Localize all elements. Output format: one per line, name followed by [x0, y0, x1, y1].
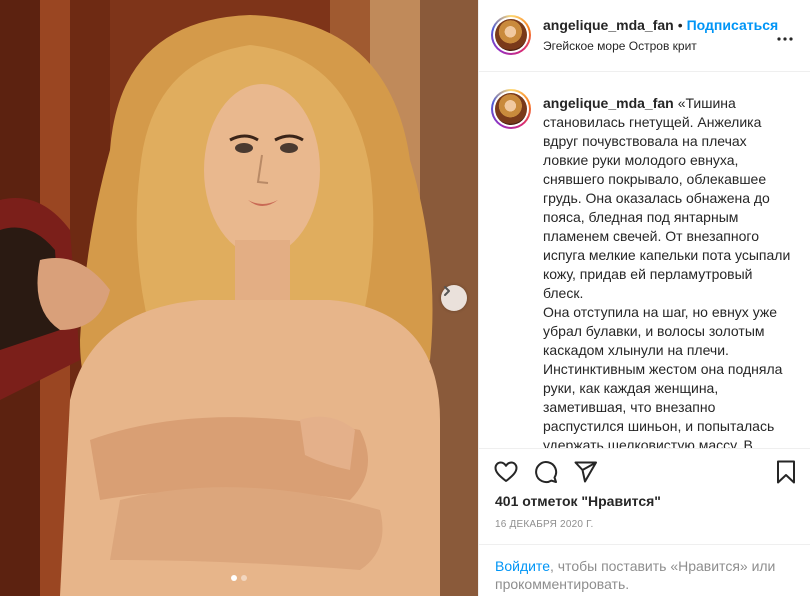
carousel-indicator — [0, 575, 478, 581]
post-photo[interactable] — [0, 0, 478, 596]
author-avatar[interactable] — [491, 15, 531, 55]
more-horizontal-icon — [777, 37, 793, 41]
caption-section: angelique_mda_fan «Тишина становилась гне… — [479, 72, 810, 448]
caption-body: «Тишина становилась гнетущей. Анжелика в… — [543, 95, 791, 448]
likes-count[interactable]: 401 отметок "Нравится" — [495, 493, 661, 509]
share-button[interactable] — [573, 459, 599, 485]
carousel-dot-active — [231, 575, 237, 581]
comment-button[interactable] — [533, 459, 559, 485]
paper-plane-icon — [574, 461, 597, 483]
caption-text: angelique_mda_fan «Тишина становилась гне… — [543, 94, 795, 448]
like-button[interactable] — [493, 459, 519, 485]
chevron-right-icon — [444, 286, 450, 296]
bookmark-icon — [777, 460, 795, 484]
post-date[interactable]: 16 ДЕКАБРЯ 2020 Г. — [495, 519, 593, 530]
comment-icon — [535, 461, 558, 484]
separator-dot: • — [677, 17, 683, 33]
next-photo-button[interactable] — [441, 285, 467, 311]
login-link[interactable]: Войдите — [495, 558, 550, 574]
carousel-dot — [241, 575, 247, 581]
post-side-panel: angelique_mda_fan • Подписаться Эгейское… — [478, 0, 810, 596]
post-header: angelique_mda_fan • Подписаться Эгейское… — [479, 0, 810, 72]
author-username-link[interactable]: angelique_mda_fan — [543, 17, 674, 33]
login-prompt: Войдите, чтобы поставить «Нравится» или … — [479, 544, 810, 596]
caption-author-avatar[interactable] — [491, 89, 531, 129]
location-link[interactable]: Эгейское море Остров крит — [543, 39, 778, 53]
more-options-button[interactable] — [777, 28, 793, 46]
caption-username-link[interactable]: angelique_mda_fan — [543, 95, 674, 111]
post-actions: 401 отметок "Нравится" 16 ДЕКАБРЯ 2020 Г… — [479, 448, 810, 596]
save-button[interactable] — [773, 459, 799, 485]
follow-button[interactable]: Подписаться — [687, 17, 779, 33]
heart-icon — [494, 461, 518, 482]
photo-illustration — [0, 0, 478, 596]
